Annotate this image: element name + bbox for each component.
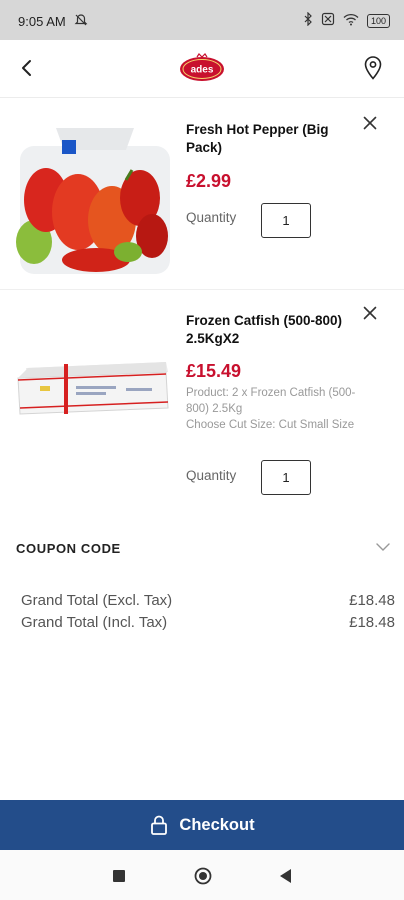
total-label: Grand Total (Excl. Tax) xyxy=(21,592,173,609)
grand-total-incl-tax-row: Grand Total (Incl. Tax) £18.48 xyxy=(21,612,395,634)
product-name[interactable]: Frozen Catfish (500-800) 2.5KgX2 xyxy=(186,312,354,348)
quantity-label: Quantity xyxy=(186,210,237,225)
quantity-label: Quantity xyxy=(186,468,237,483)
product-price: £2.99 xyxy=(186,171,232,191)
back-triangle-icon[interactable] xyxy=(279,868,292,884)
close-icon xyxy=(363,306,377,320)
app-header: ades xyxy=(0,40,404,98)
quantity-input[interactable] xyxy=(261,460,311,495)
location-pin-icon xyxy=(364,56,382,80)
order-totals: Grand Total (Excl. Tax) £18.48 Grand Tot… xyxy=(21,590,395,634)
wifi-icon xyxy=(343,13,359,29)
checkout-button[interactable]: Checkout xyxy=(0,800,404,850)
status-time: 9:05 AM xyxy=(18,14,66,29)
lock-icon xyxy=(151,815,168,835)
logo-text: ades xyxy=(191,65,214,76)
remove-item-button[interactable] xyxy=(360,303,380,323)
coupon-code-toggle[interactable]: COUPON CODE xyxy=(0,528,404,568)
cart-item: Fresh Hot Pepper (Big Pack) £2.99 Quanti… xyxy=(0,104,404,290)
chevron-left-icon xyxy=(22,60,31,76)
chevron-down-icon xyxy=(376,543,390,551)
back-button[interactable] xyxy=(14,54,42,82)
status-bar: 9:05 AM 100 xyxy=(0,0,404,40)
product-image[interactable] xyxy=(16,352,171,418)
sim-off-icon xyxy=(321,12,335,29)
recents-square-icon[interactable] xyxy=(113,870,125,882)
product-name[interactable]: Fresh Hot Pepper (Big Pack) xyxy=(186,121,354,157)
battery-indicator: 100 xyxy=(366,13,390,28)
total-label: Grand Total (Incl. Tax) xyxy=(21,614,168,631)
product-price: £15.49 xyxy=(186,361,242,381)
total-value: £18.48 xyxy=(349,614,395,631)
cart-item: Frozen Catfish (500-800) 2.5KgX2 £15.49 … xyxy=(0,292,404,508)
coupon-label: COUPON CODE xyxy=(16,541,121,556)
product-options: Product: 2 x Frozen Catfish (500-800) 2.… xyxy=(186,385,356,433)
bluetooth-icon xyxy=(303,11,313,29)
alarm-off-icon xyxy=(74,13,88,30)
product-option: Product: 2 x Frozen Catfish (500-800) 2.… xyxy=(186,387,356,415)
remove-item-button[interactable] xyxy=(360,113,380,133)
grand-total-excl-tax-row: Grand Total (Excl. Tax) £18.48 xyxy=(21,590,395,612)
system-nav-bar xyxy=(0,850,404,900)
product-image[interactable] xyxy=(16,120,171,278)
product-option: Choose Cut Size: Cut Small Size xyxy=(186,419,355,431)
total-value: £18.48 xyxy=(349,592,395,609)
close-icon xyxy=(363,116,377,130)
status-icons: 100 xyxy=(303,11,390,29)
quantity-input[interactable] xyxy=(261,203,311,238)
brand-logo[interactable]: ades xyxy=(178,53,226,83)
checkout-label: Checkout xyxy=(179,815,255,834)
home-circle-icon[interactable] xyxy=(194,867,212,885)
store-locator-button[interactable] xyxy=(360,54,386,82)
